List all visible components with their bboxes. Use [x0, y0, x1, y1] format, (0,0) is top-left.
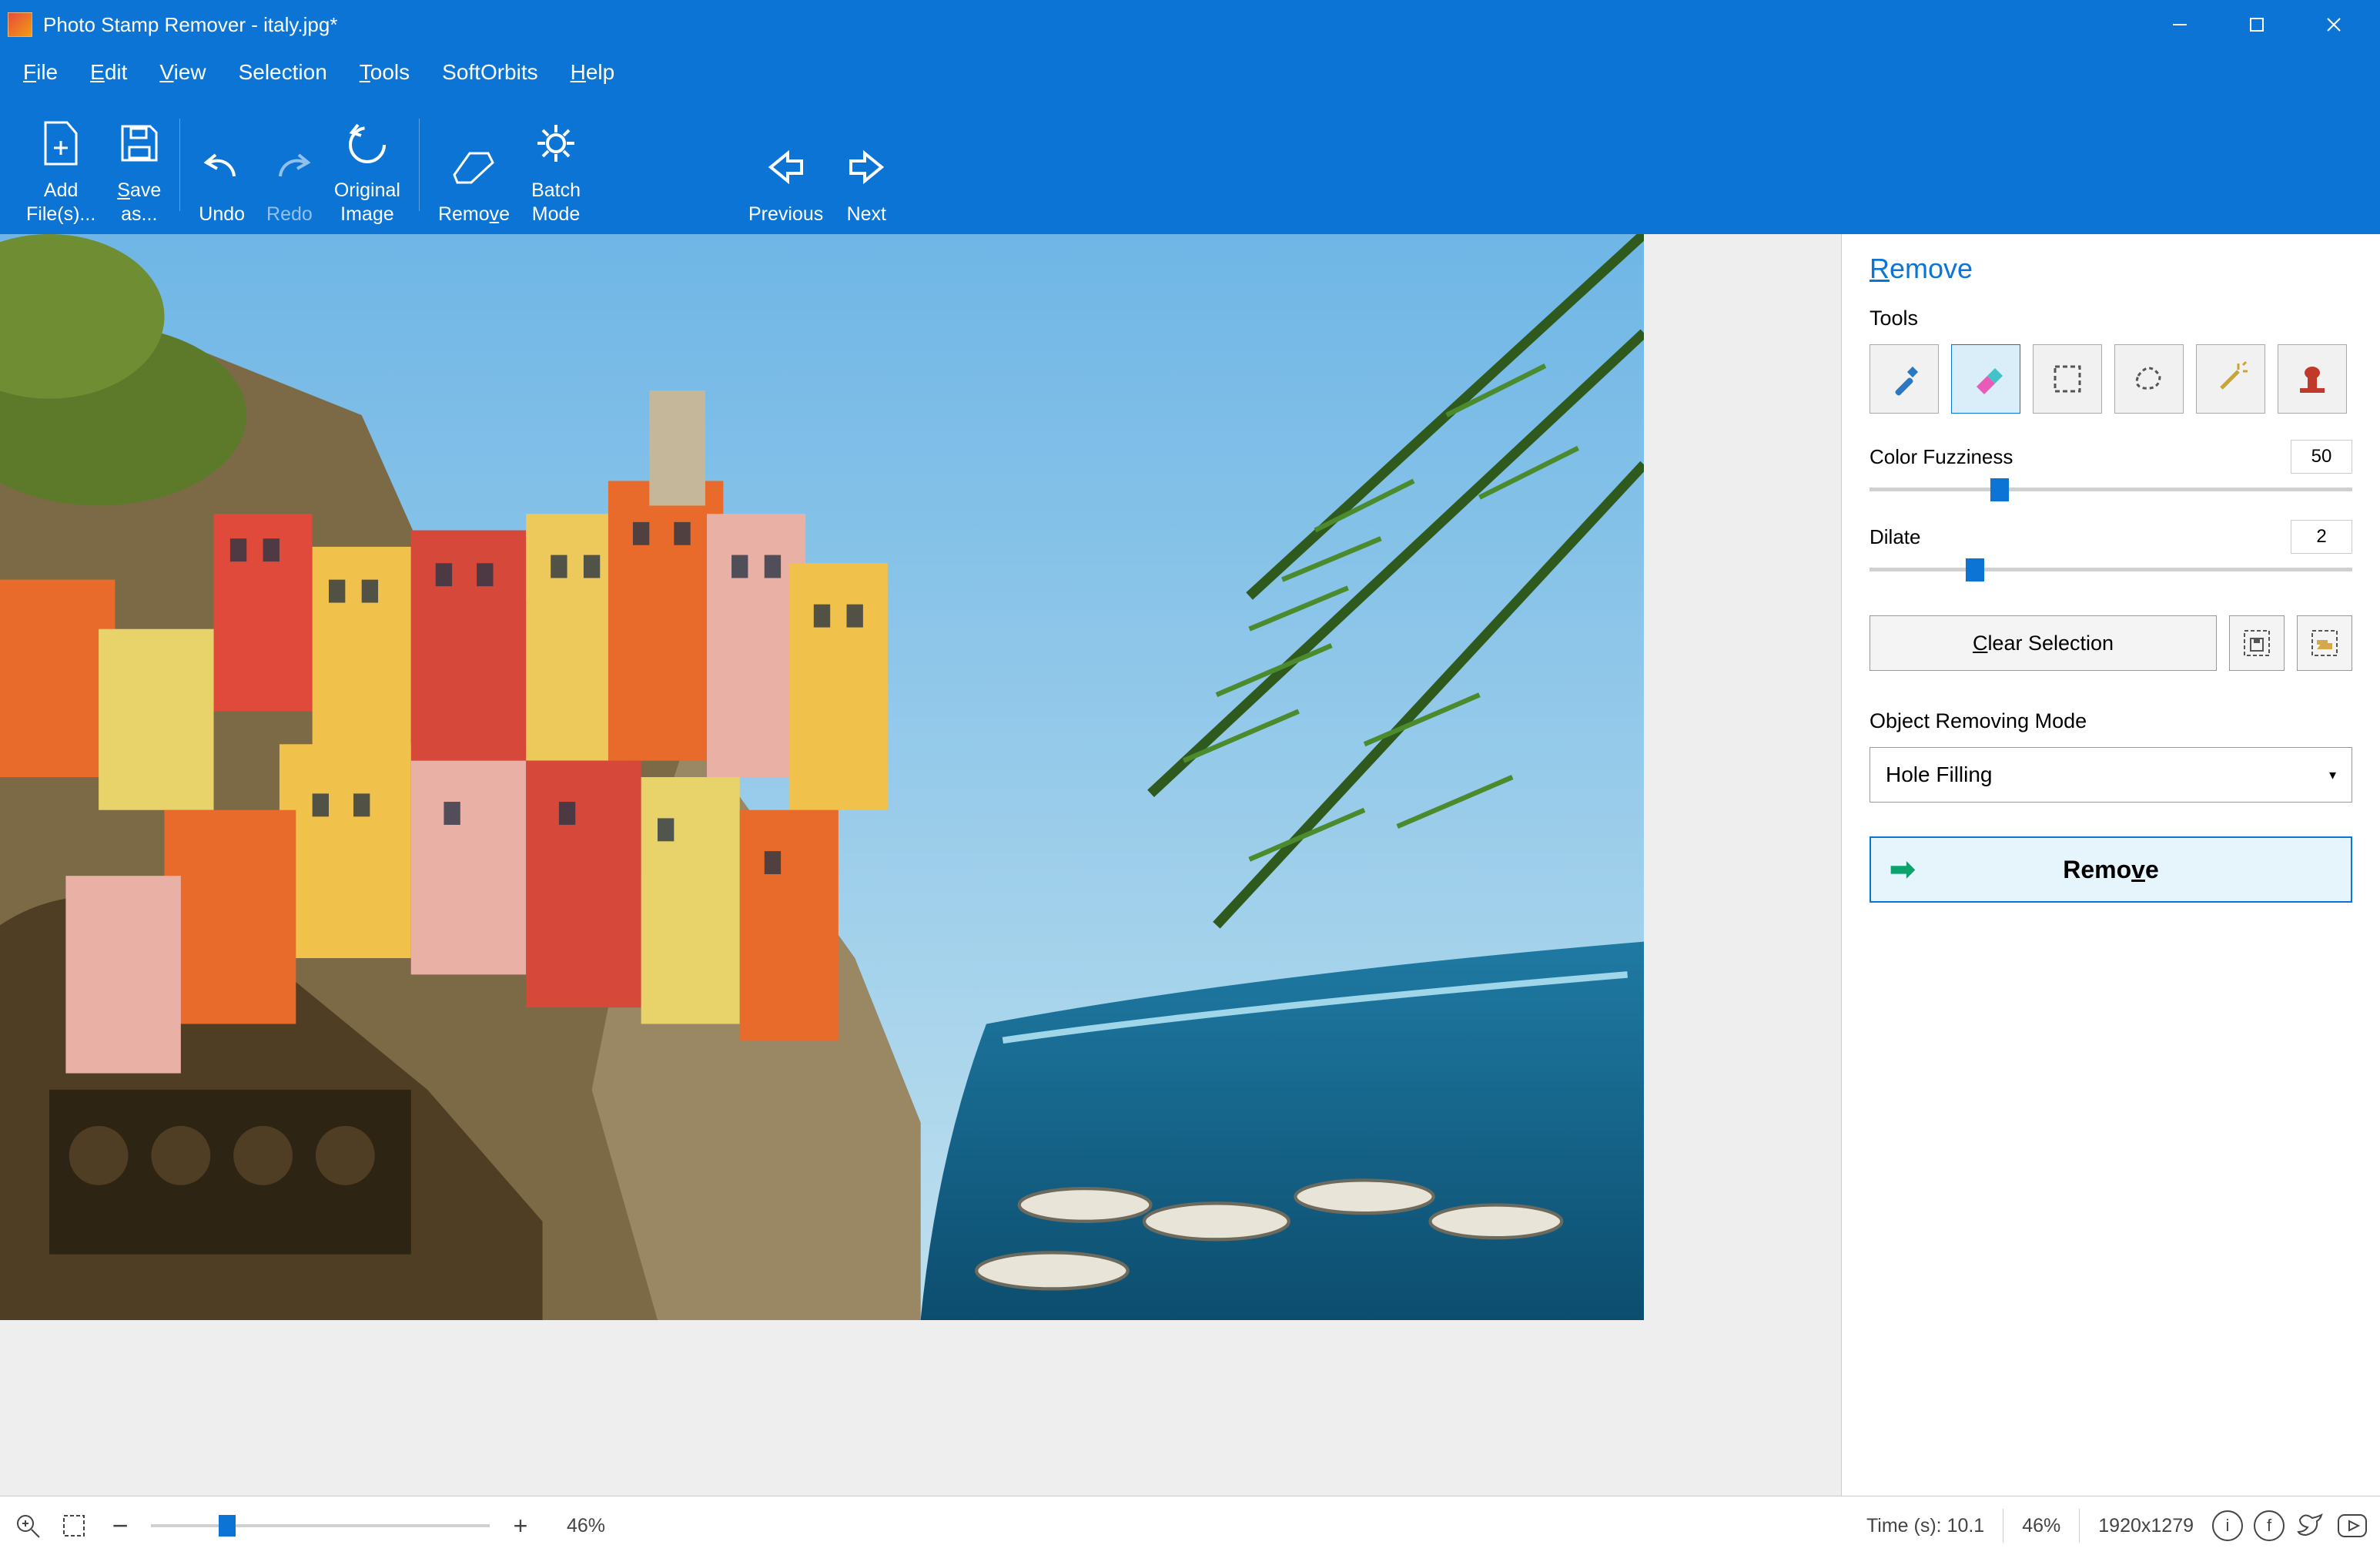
youtube-icon[interactable]	[2337, 1510, 2368, 1541]
batch-mode-label: BatchMode	[531, 179, 581, 227]
remove-button[interactable]: ➡ Remove	[1870, 836, 2352, 903]
zoom-tool-icon[interactable]	[12, 1510, 43, 1541]
zoom-slider[interactable]	[151, 1510, 490, 1541]
previous-button[interactable]: Previous	[738, 103, 834, 226]
status-time: Time (s): 10.1	[1866, 1515, 1984, 1537]
tool-rectangle-select[interactable]	[2033, 344, 2102, 414]
remove-toolbar-button[interactable]: Remove	[427, 103, 521, 226]
color-fuzziness-value[interactable]: 50	[2291, 440, 2352, 474]
status-dimensions: 1920x1279	[2098, 1515, 2194, 1537]
menu-softorbits[interactable]: SoftOrbits	[442, 60, 537, 85]
statusbar: − + 46% Time (s): 10.1 46% 1920x1279 i f	[0, 1496, 2380, 1555]
arrow-right-icon: ➡	[1890, 852, 1916, 887]
twitter-icon[interactable]	[2295, 1510, 2326, 1541]
tool-marker[interactable]	[1870, 344, 1939, 414]
undo-icon	[200, 146, 243, 189]
window-title: Photo Stamp Remover - italy.jpg*	[43, 13, 2141, 37]
color-fuzziness-label: Color Fuzziness	[1870, 445, 2013, 469]
tool-magic-erase[interactable]	[1951, 344, 2020, 414]
canvas-area[interactable]	[0, 234, 1841, 1496]
save-as-label: Saveas...	[117, 179, 161, 227]
eraser-icon	[453, 146, 496, 189]
revert-icon	[346, 122, 389, 165]
menu-selection[interactable]: Selection	[239, 60, 327, 85]
mode-label: Object Removing Mode	[1870, 709, 2352, 733]
add-file-icon	[39, 122, 82, 165]
zoom-out-button[interactable]: −	[105, 1510, 136, 1541]
info-icon[interactable]: i	[2212, 1510, 2243, 1541]
image-canvas[interactable]	[0, 234, 1644, 1320]
fit-screen-icon[interactable]	[59, 1510, 89, 1541]
mode-dropdown[interactable]: Hole Filling ▾	[1870, 747, 2352, 803]
add-files-label: AddFile(s)...	[26, 179, 95, 227]
menu-view[interactable]: View	[159, 60, 206, 85]
tool-magic-wand[interactable]	[2196, 344, 2265, 414]
menubar: File Edit View Selection Tools SoftOrbit…	[0, 49, 2380, 96]
dilate-slider[interactable]	[1870, 554, 2352, 585]
next-button[interactable]: Next	[834, 103, 899, 226]
load-selection-button[interactable]	[2297, 615, 2352, 671]
batch-mode-button[interactable]: BatchMode	[521, 103, 591, 226]
save-as-button[interactable]: Saveas...	[106, 103, 172, 226]
mode-value: Hole Filling	[1886, 762, 1993, 787]
original-image-label: OriginalImage	[334, 179, 400, 227]
toolbar: AddFile(s)... Saveas... Undo Redo Origin…	[0, 96, 2380, 234]
tool-stamp[interactable]	[2278, 344, 2347, 414]
menu-tools[interactable]: Tools	[360, 60, 410, 85]
save-selection-button[interactable]	[2229, 615, 2285, 671]
maximize-button[interactable]	[2218, 0, 2295, 49]
gear-icon	[534, 122, 577, 165]
add-files-button[interactable]: AddFile(s)...	[15, 103, 106, 226]
close-button[interactable]	[2295, 0, 2372, 49]
remove-toolbar-label: Remove	[438, 203, 510, 226]
facebook-icon[interactable]: f	[2254, 1510, 2285, 1541]
clear-selection-button[interactable]: Clear Selection	[1870, 615, 2217, 671]
redo-icon	[268, 146, 311, 189]
redo-button[interactable]: Redo	[256, 103, 323, 226]
right-panel: Remove Tools Color Fuzziness 50 Dilate 2…	[1841, 234, 2380, 1496]
tools-label: Tools	[1870, 307, 2352, 330]
zoom-percent-right: 46%	[2022, 1515, 2060, 1537]
color-fuzziness-slider[interactable]	[1870, 474, 2352, 504]
original-image-button[interactable]: OriginalImage	[323, 103, 411, 226]
titlebar: Photo Stamp Remover - italy.jpg*	[0, 0, 2380, 49]
panel-title: Remove	[1870, 253, 2352, 285]
remove-button-label: Remove	[2063, 856, 2159, 884]
arrow-right-icon	[845, 146, 888, 189]
zoom-percent-left: 46%	[567, 1515, 605, 1537]
minimize-button[interactable]	[2141, 0, 2218, 49]
menu-help[interactable]: Help	[571, 60, 615, 85]
arrow-left-icon	[765, 146, 808, 189]
tool-lasso-select[interactable]	[2114, 344, 2184, 414]
dilate-label: Dilate	[1870, 525, 1920, 549]
menu-edit[interactable]: Edit	[90, 60, 127, 85]
undo-button[interactable]: Undo	[188, 103, 256, 226]
chevron-down-icon: ▾	[2329, 767, 2336, 783]
menu-file[interactable]: File	[23, 60, 58, 85]
dilate-value[interactable]: 2	[2291, 520, 2352, 554]
app-icon	[8, 12, 32, 37]
save-icon	[118, 122, 161, 165]
zoom-in-button[interactable]: +	[505, 1510, 536, 1541]
